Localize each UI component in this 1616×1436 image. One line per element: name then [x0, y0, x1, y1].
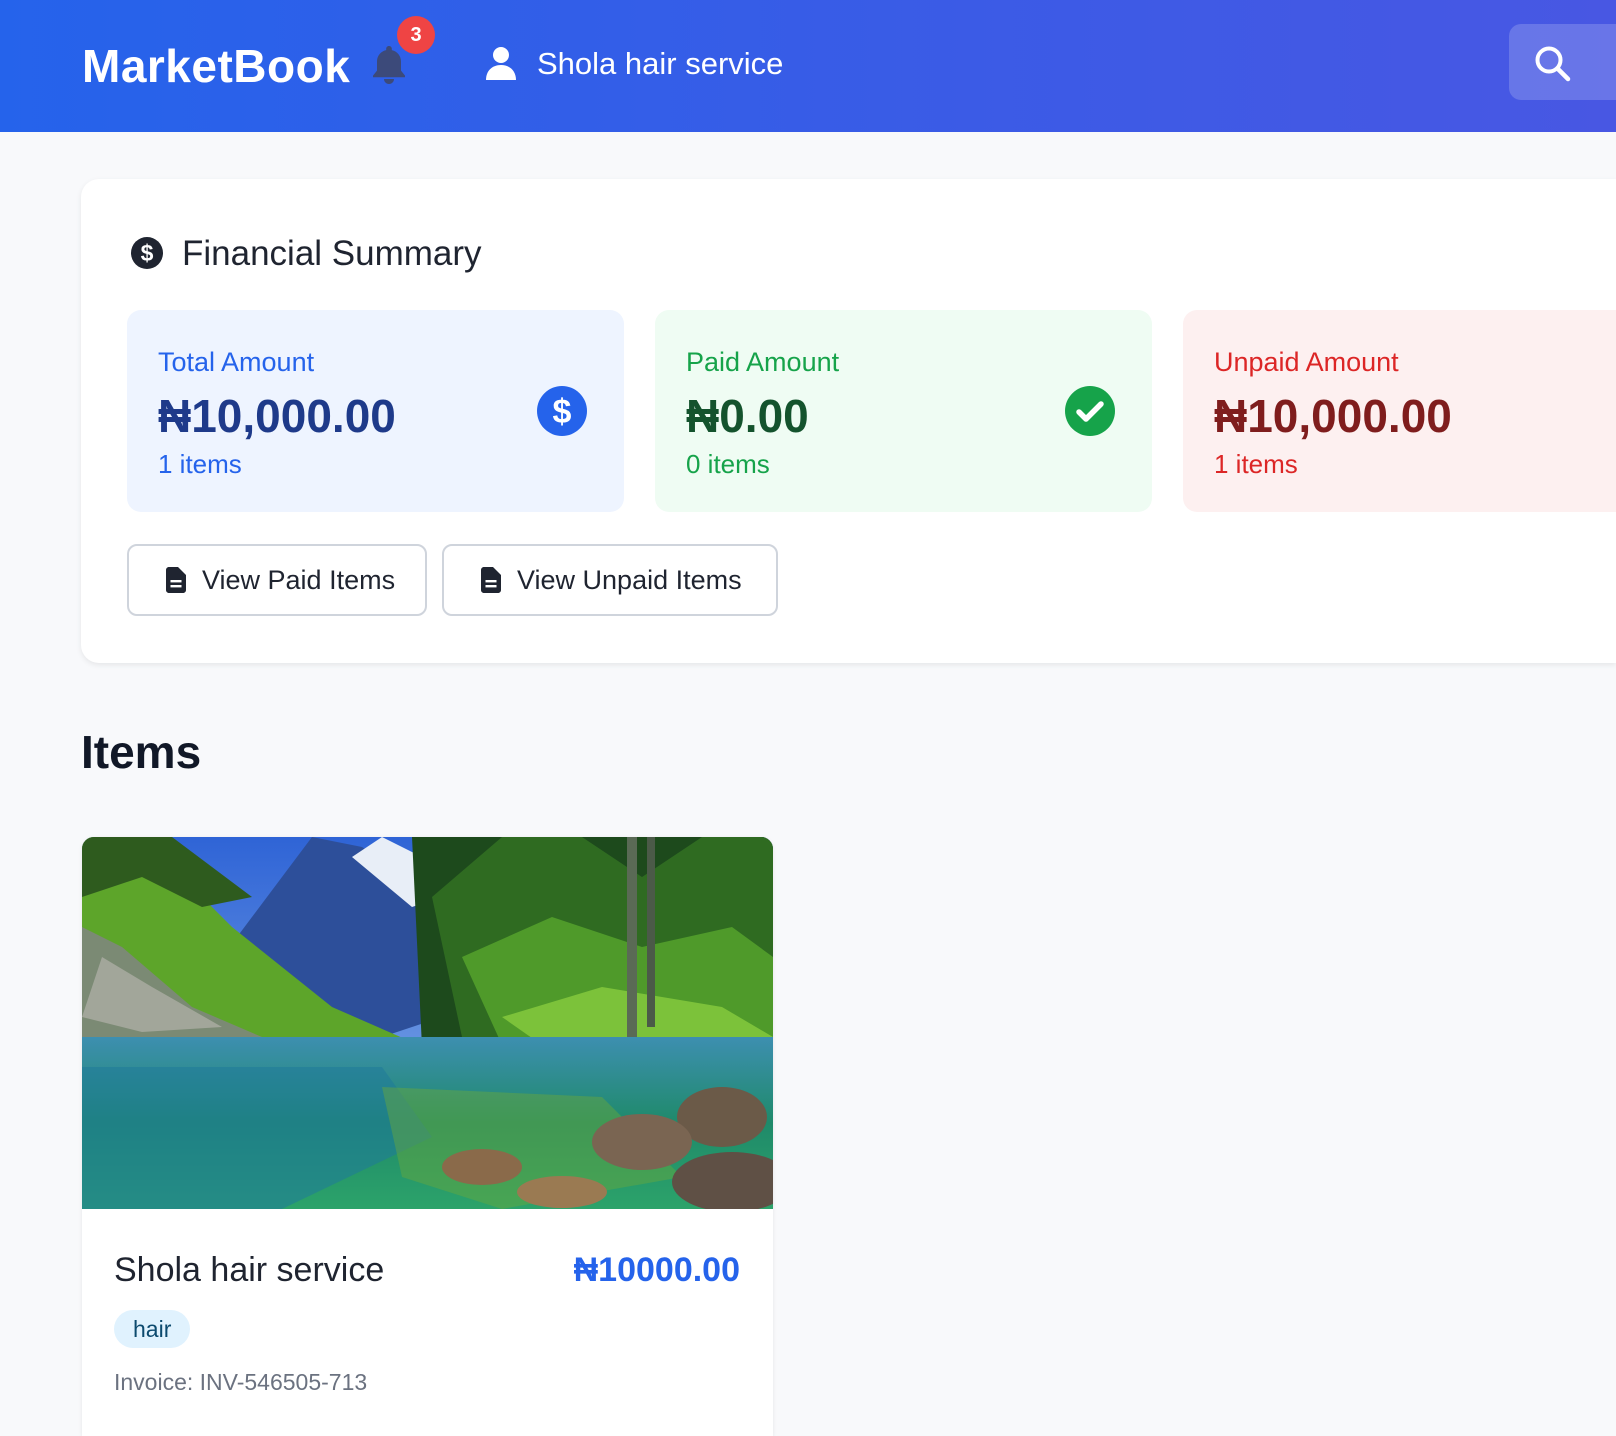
- search-icon: [1535, 46, 1571, 82]
- search-button[interactable]: [1509, 24, 1616, 100]
- check-circle-icon: [1065, 386, 1115, 436]
- bell-icon[interactable]: [370, 44, 408, 84]
- item-category-tag: hair: [114, 1310, 191, 1348]
- item-card[interactable]: Shola hair service ₦10000.00 hair Invoic…: [82, 837, 773, 1436]
- user-icon: [486, 47, 516, 80]
- item-title[interactable]: Shola hair service: [114, 1249, 384, 1291]
- total-items-count: 1 items: [158, 449, 242, 479]
- svg-text:$: $: [141, 240, 154, 266]
- view-paid-items-button[interactable]: View Paid Items: [127, 544, 427, 616]
- total-amount-value: ₦10,000.00: [158, 390, 396, 442]
- unpaid-items-count: 1 items: [1214, 449, 1298, 479]
- financial-summary-title: Financial Summary: [182, 234, 482, 273]
- view-paid-items-label: View Paid Items: [202, 564, 396, 595]
- dollar-circle-icon: $: [537, 386, 587, 436]
- user-name[interactable]: Shola hair service: [537, 44, 783, 84]
- item-image: [82, 837, 773, 1209]
- brand-logo[interactable]: MarketBook: [82, 38, 350, 94]
- notification-badge: 3: [397, 16, 435, 54]
- document-icon: [166, 567, 186, 593]
- total-amount-label: Total Amount: [158, 347, 315, 377]
- document-icon: [481, 567, 501, 593]
- dollar-circle-icon: $: [131, 237, 163, 269]
- paid-amount-value: ₦0.00: [686, 390, 809, 442]
- unpaid-amount-card: Unpaid Amount ₦10,000.00 1 items: [1183, 310, 1616, 512]
- total-amount-card: Total Amount ₦10,000.00 1 items $: [127, 310, 624, 512]
- top-navbar: MarketBook 3 Shola hair service: [0, 0, 1616, 132]
- item-invoice-number: Invoice: INV-546505-713: [114, 1369, 368, 1395]
- paid-amount-card: Paid Amount ₦0.00 0 items: [655, 310, 1152, 512]
- paid-amount-label: Paid Amount: [686, 347, 840, 377]
- svg-text:$: $: [553, 393, 572, 431]
- unpaid-amount-label: Unpaid Amount: [1214, 347, 1399, 377]
- view-unpaid-items-label: View Unpaid Items: [517, 564, 742, 595]
- paid-items-count: 0 items: [686, 449, 770, 479]
- items-heading: Items: [81, 726, 202, 778]
- item-price: ₦10000.00: [573, 1251, 740, 1289]
- unpaid-amount-value: ₦10,000.00: [1214, 390, 1452, 442]
- view-unpaid-items-button[interactable]: View Unpaid Items: [442, 544, 778, 616]
